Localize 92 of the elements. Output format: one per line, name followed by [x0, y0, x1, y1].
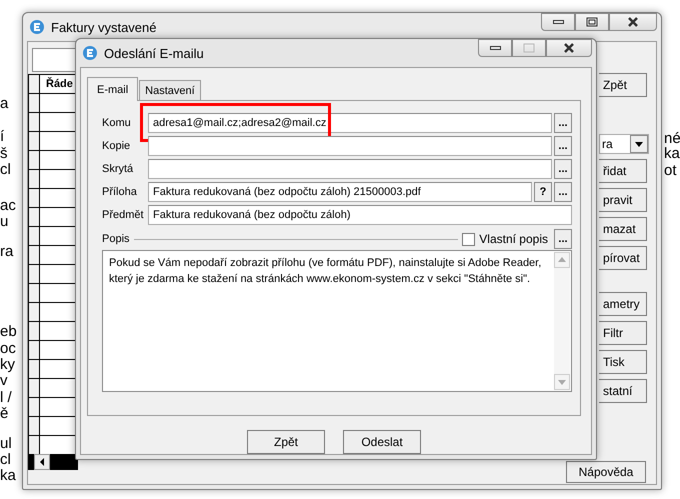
column-header: Řáde — [45, 76, 73, 92]
input-field[interactable]: Faktura redukovaná (bez odpočtu záloh) 21500003.pdf — [148, 182, 532, 202]
field-label: Skrytá — [102, 162, 134, 174]
background-text: l / — [0, 390, 12, 406]
row-header-cell[interactable] — [29, 265, 40, 283]
browse-button[interactable]: ... — [554, 112, 572, 132]
row-header-cell[interactable] — [29, 436, 40, 454]
dialog-title: Odeslání E-mailu — [104, 46, 204, 60]
tab[interactable]: E-mail — [87, 77, 138, 101]
close-icon — [627, 16, 639, 28]
toolbar-button[interactable]: ametry — [599, 292, 647, 316]
minimize-icon — [552, 20, 564, 24]
background-text: v — [0, 373, 8, 389]
restore-icon — [586, 16, 598, 28]
field-label: Předmět — [102, 208, 145, 220]
toolbar-button[interactable]: pravit — [599, 188, 647, 212]
background-text: ul — [0, 436, 12, 452]
background-text: oc — [0, 341, 16, 357]
background-text: ot — [664, 163, 677, 179]
row-header-cell[interactable] — [29, 113, 40, 131]
background-text: ac — [0, 198, 16, 214]
background-text: a — [0, 96, 8, 112]
row-header-cell[interactable] — [29, 246, 40, 264]
close-icon — [563, 42, 575, 54]
browse-button[interactable]: ... — [554, 182, 572, 202]
input-field[interactable] — [148, 158, 552, 178]
toolbar-button[interactable]: statní — [599, 379, 647, 403]
minimize-icon — [490, 46, 500, 50]
background-text: eb — [0, 324, 17, 340]
background-text: cl — [0, 452, 11, 468]
row-header-cell[interactable] — [29, 189, 40, 207]
input-field[interactable] — [148, 136, 552, 156]
row-header-cell[interactable] — [29, 284, 40, 302]
row-header-cell[interactable] — [29, 417, 40, 435]
background-text: ky — [0, 357, 15, 373]
close-button[interactable] — [609, 13, 657, 31]
toolbar-button[interactable]: Tisk — [599, 350, 647, 374]
browse-button[interactable]: ... — [554, 158, 572, 178]
field-label: Příloha — [102, 186, 138, 198]
row-header-cell[interactable] — [29, 132, 40, 150]
row-header-cell[interactable] — [29, 360, 40, 378]
toolbar-button[interactable]: mazat — [599, 217, 647, 241]
row-header-cell[interactable] — [29, 322, 40, 340]
app-icon — [82, 45, 98, 61]
background-text: ka — [664, 146, 680, 162]
dialog-button[interactable]: Zpět — [247, 430, 325, 454]
browse-button[interactable]: ... — [554, 136, 572, 156]
row-header-cell[interactable] — [29, 341, 40, 359]
checkbox[interactable] — [462, 232, 476, 246]
section-label: Popis — [102, 233, 130, 245]
background-text: ka — [0, 468, 16, 484]
toolbar-button[interactable]: pírovat — [599, 246, 647, 270]
background-text: š — [0, 146, 8, 162]
background-text: í — [0, 129, 4, 145]
dialog-button[interactable]: Odeslat — [343, 430, 421, 454]
browse-button[interactable]: ... — [554, 229, 572, 249]
background-text: né — [664, 131, 680, 147]
background-text: cl — [0, 162, 11, 178]
background-text: ě — [0, 406, 8, 422]
checkbox-label: Vlastní popis — [479, 232, 548, 246]
dropdown[interactable]: ra — [599, 134, 649, 154]
toolbar-button[interactable]: Filtr — [599, 321, 647, 345]
maximize-icon — [523, 42, 535, 54]
row-header-cell[interactable] — [29, 151, 40, 169]
scroll-left-icon[interactable] — [34, 454, 50, 470]
field-label: Kopie — [102, 140, 132, 152]
app-icon — [29, 19, 45, 35]
minimize-button[interactable] — [541, 13, 575, 31]
help-button[interactable]: Nápověda — [566, 461, 646, 483]
description-text: Pokud se Vám nepodaří zobrazit přílohu (ve formátu PDF), nainstalujte si Adobe Reader, který je zdarma ke stažení na stránkách www.ekonom-system.cz v sekci "Stáhněte si". — [109, 256, 542, 287]
row-header-cell[interactable] — [29, 398, 40, 416]
tab[interactable]: Nastavení — [139, 80, 201, 100]
text-area[interactable]: Pokud se Vám nepodaří zobrazit přílohu (ve formátu PDF), nainstalujte si Adobe Reader, který je zdarma ke stažení na stránkách www.ekonom-system.cz v sekci "Stáhněte si". — [102, 250, 572, 392]
toolbar-button[interactable]: Zpět — [599, 73, 647, 97]
row-header-cell[interactable] — [29, 170, 40, 188]
input-field[interactable]: Faktura redukovaná (bez odpočtu záloh) — [148, 204, 572, 224]
row-header-cell[interactable] — [29, 379, 40, 397]
row-header-cell[interactable] — [29, 208, 40, 226]
input-field[interactable]: adresa1@mail.cz;adresa2@mail.cz — [148, 112, 552, 132]
scrollbar[interactable] — [28, 454, 78, 470]
restore-button[interactable] — [575, 13, 609, 31]
background-text: u — [0, 214, 8, 230]
row-header-cell[interactable] — [29, 303, 40, 321]
minimize-button[interactable] — [478, 39, 512, 57]
row-header-cell[interactable] — [29, 227, 40, 245]
close-button[interactable] — [546, 39, 592, 57]
field-label: Komu — [102, 116, 132, 128]
window-title: Faktury vystavené — [51, 20, 156, 34]
toolbar-button[interactable]: řidat — [599, 159, 647, 183]
background-text: ra — [0, 244, 14, 260]
row-header-cell[interactable] — [29, 94, 40, 112]
help-button[interactable]: ? — [534, 182, 552, 202]
